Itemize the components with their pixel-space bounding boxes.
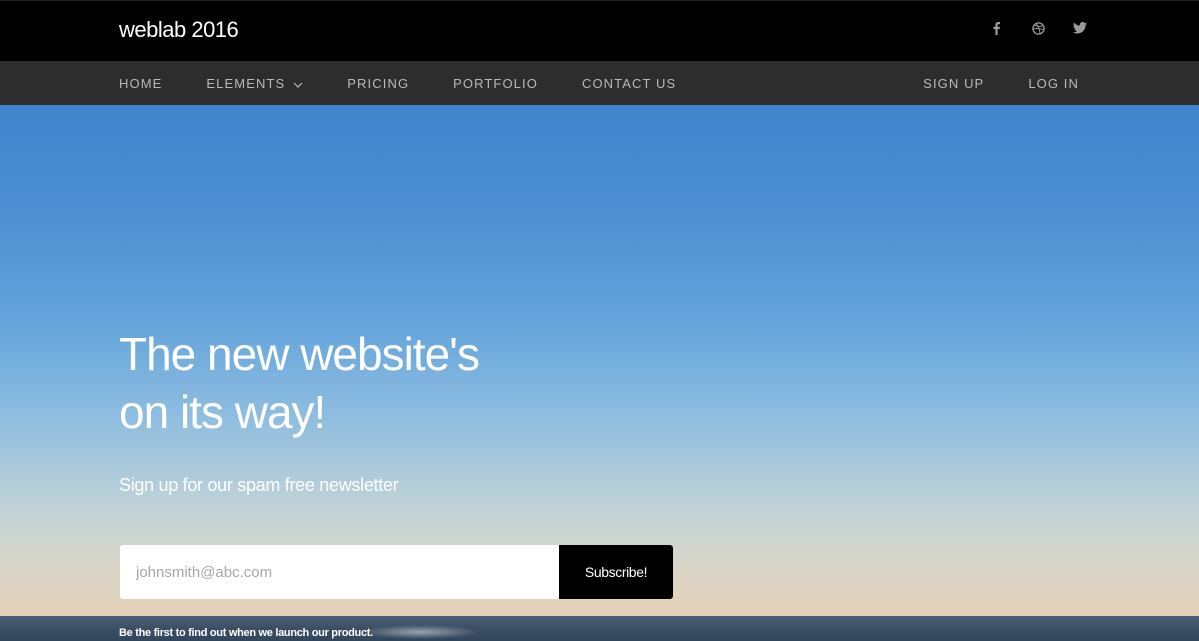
email-input[interactable] xyxy=(120,545,559,599)
facebook-icon[interactable] xyxy=(989,21,1003,35)
dribbble-icon[interactable] xyxy=(1031,21,1045,35)
nav-home[interactable]: HOME xyxy=(119,76,162,91)
main-navigation: HOME ELEMENTS PRICING PORTFOLIO CONTACT … xyxy=(0,61,1199,105)
subscribe-button[interactable]: Subscribe! xyxy=(559,545,673,599)
newsletter-footnote: Be the first to find out when we launch … xyxy=(119,627,373,639)
nav-right-group: SIGN UP LOG IN xyxy=(879,61,1079,105)
twitter-icon[interactable] xyxy=(1073,21,1087,35)
social-links xyxy=(989,21,1087,35)
hero-headline-line-1: The new website's xyxy=(119,328,480,380)
nav-portfolio[interactable]: PORTFOLIO xyxy=(453,76,538,91)
hero-headline: The new website's on its way! xyxy=(119,325,480,441)
nav-contact-us[interactable]: CONTACT US xyxy=(582,76,676,91)
nav-sign-up[interactable]: SIGN UP xyxy=(923,76,984,91)
newsletter-subheading: Sign up for our spam free newsletter xyxy=(119,475,399,495)
nav-elements-dropdown[interactable]: ELEMENTS xyxy=(206,76,303,91)
nav-pricing[interactable]: PRICING xyxy=(347,76,409,91)
hero-headline-line-2: on its way! xyxy=(119,386,326,438)
nav-log-in[interactable]: LOG IN xyxy=(1028,76,1079,91)
nav-elements-label: ELEMENTS xyxy=(206,75,286,91)
top-bar: weblab 2016 xyxy=(0,0,1199,61)
brand-logo[interactable]: weblab 2016 xyxy=(119,16,239,44)
nav-left-group: HOME ELEMENTS PRICING PORTFOLIO CONTACT … xyxy=(119,61,720,105)
sea-reflection xyxy=(360,625,480,639)
chevron-down-icon xyxy=(293,76,303,91)
hero-section: The new website's on its way! Sign up fo… xyxy=(0,105,1199,641)
